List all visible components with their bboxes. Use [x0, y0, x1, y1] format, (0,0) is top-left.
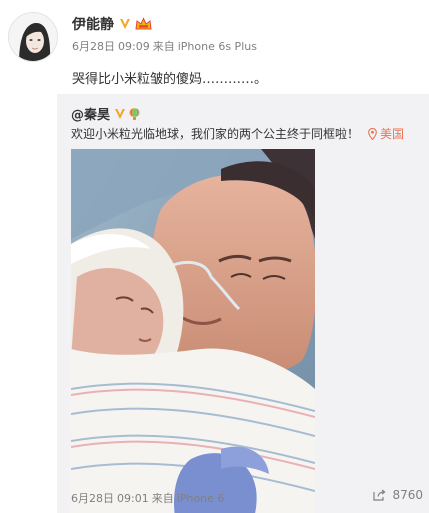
newborn-photo-icon: [71, 149, 315, 513]
post-text: 哭得比小米粒皱的傻妈…………。: [72, 72, 268, 87]
repost-meta: 6月28日 09:01 来自 iPhone 6: [71, 490, 227, 506]
post-time[interactable]: 09:09: [118, 40, 150, 53]
repost-date[interactable]: 6月28日: [71, 492, 114, 505]
repost-time[interactable]: 09:01: [117, 492, 149, 505]
repost-source-prefix: 来自: [151, 492, 174, 505]
verified-v-icon[interactable]: [114, 108, 126, 120]
repost-source[interactable]: iPhone 6: [177, 492, 225, 505]
repost-share-button[interactable]: 8760: [373, 488, 423, 502]
rainbow-balloon-icon[interactable]: [128, 107, 141, 121]
post-source[interactable]: iPhone 6s Plus: [178, 40, 257, 53]
location-label: 美国: [380, 127, 405, 141]
repost-photo[interactable]: [71, 149, 315, 513]
crown-icon[interactable]: [135, 17, 152, 31]
share-count-value: 8760: [392, 488, 423, 502]
repost-author-line: @秦昊: [71, 104, 141, 123]
repost-card: @秦昊 欢迎小米粒光临地球，我们家的两个公主终于同框啦！ 美国 6月28日 09…: [57, 94, 429, 513]
post-author-line: 伊能静: [72, 14, 152, 34]
post-source-prefix: 来自: [152, 40, 175, 53]
author-avatar[interactable]: [8, 12, 58, 62]
location-pin-icon: [368, 127, 377, 140]
post-meta: 6月28日 09:09 来自 iPhone 6s Plus: [72, 38, 260, 54]
location-link[interactable]: 美国: [368, 125, 404, 142]
share-icon: [373, 489, 387, 501]
avatar-photo-icon: [9, 13, 57, 61]
post-date[interactable]: 6月28日: [72, 40, 115, 53]
repost-text: 欢迎小米粒光临地球，我们家的两个公主终于同框啦！: [71, 127, 360, 141]
verified-v-icon[interactable]: [119, 18, 131, 30]
post-author-name[interactable]: 伊能静: [72, 14, 114, 34]
repost-author-name[interactable]: @秦昊: [71, 104, 110, 123]
